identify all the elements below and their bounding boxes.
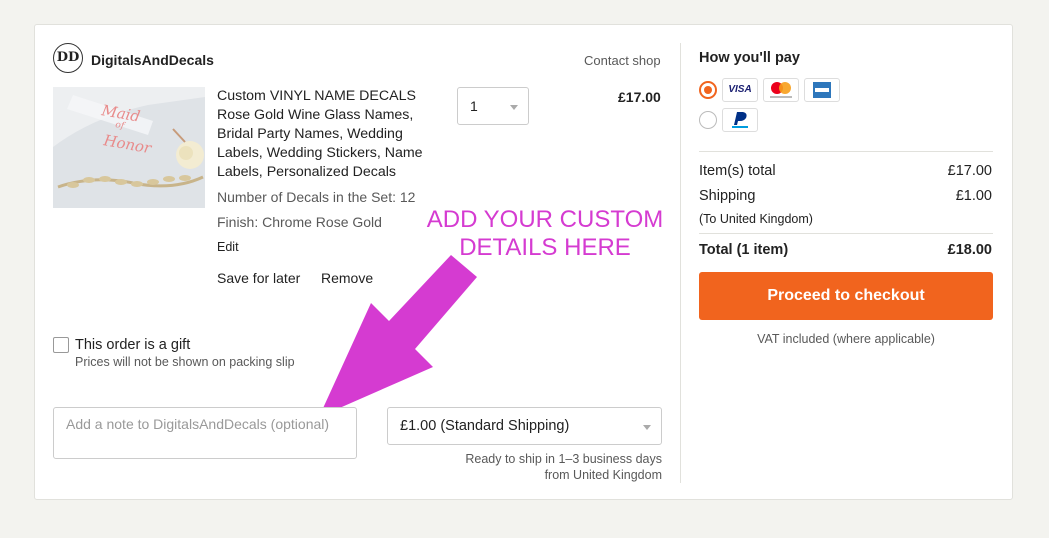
shop-logo[interactable]: DD xyxy=(53,43,83,73)
note-to-seller-input[interactable] xyxy=(53,407,357,459)
column-divider xyxy=(680,43,681,483)
variation-decal-count: Number of Decals in the Set: 12 xyxy=(217,189,416,205)
save-for-later-link[interactable]: Save for later xyxy=(217,270,300,286)
shipping-label: Shipping xyxy=(699,188,756,204)
shipping-destination: (To United Kingdom) xyxy=(699,212,813,226)
gift-label[interactable]: This order is a gift xyxy=(75,337,190,353)
summary-divider-bottom xyxy=(699,233,993,234)
shipping-method-select[interactable]: £1.00 (Standard Shipping) xyxy=(387,407,662,445)
items-total-value: £17.00 xyxy=(947,163,992,179)
chevron-down-icon xyxy=(643,425,651,430)
proceed-to-checkout-button[interactable]: Proceed to checkout xyxy=(699,272,993,320)
summary-divider-top xyxy=(699,151,993,152)
total-value: £18.00 xyxy=(947,242,992,258)
gift-hint: Prices will not be shown on packing slip xyxy=(75,355,295,369)
contact-shop-link[interactable]: Contact shop xyxy=(584,53,661,68)
radio-card-selected[interactable] xyxy=(699,81,717,99)
visa-icon: VISA xyxy=(722,78,758,102)
vat-note: VAT included (where applicable) xyxy=(757,332,935,346)
ship-ready-time: Ready to ship in 1–3 business days xyxy=(465,452,662,466)
quantity-select[interactable]: 1 xyxy=(457,87,529,125)
payment-heading: How you'll pay xyxy=(699,50,800,66)
amex-icon xyxy=(804,78,840,102)
paypal-icon xyxy=(722,108,758,132)
shipping-method-value: £1.00 (Standard Shipping) xyxy=(400,418,570,434)
product-image-art: Maid of Honor xyxy=(53,87,205,208)
gift-checkbox[interactable] xyxy=(53,337,69,353)
item-price: £17.00 xyxy=(618,89,661,105)
ship-origin: from United Kingdom xyxy=(544,468,662,482)
edit-link[interactable]: Edit xyxy=(217,240,239,254)
product-title-link[interactable]: Custom VINYL NAME DECALS Rose Gold Wine … xyxy=(217,87,447,182)
chevron-down-icon xyxy=(510,105,518,110)
shipping-info: Ready to ship in 1–3 business days from … xyxy=(415,451,662,483)
cart-card: DD DigitalsAndDecals Contact shop Maid o… xyxy=(34,24,1013,500)
items-total-label: Item(s) total xyxy=(699,163,776,179)
total-label: Total (1 item) xyxy=(699,242,789,258)
shop-name[interactable]: DigitalsAndDecals xyxy=(91,52,214,68)
radio-paypal[interactable] xyxy=(699,111,717,129)
shipping-value: £1.00 xyxy=(955,188,992,204)
mastercard-icon xyxy=(763,78,799,102)
annotation-arrow-icon xyxy=(319,255,477,417)
variation-finish: Finish: Chrome Rose Gold xyxy=(217,214,382,230)
quantity-value: 1 xyxy=(470,98,478,114)
product-image[interactable]: Maid of Honor xyxy=(53,87,205,208)
